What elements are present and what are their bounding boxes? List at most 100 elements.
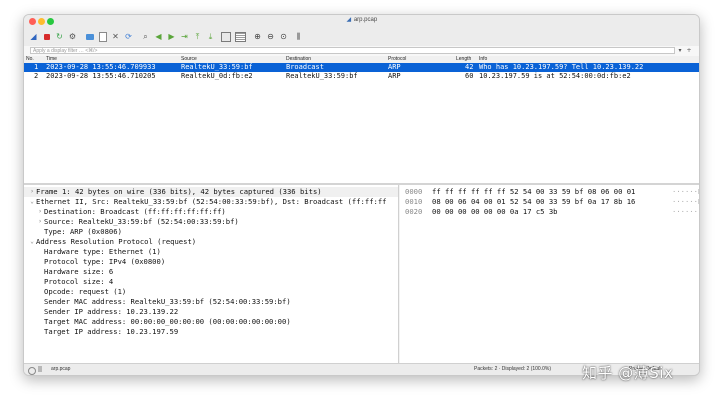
column-header-destination[interactable]: Destination bbox=[286, 56, 311, 63]
expert-info-icon[interactable] bbox=[28, 367, 36, 375]
zoom-out-icon[interactable]: ⊖ bbox=[265, 31, 276, 42]
detail-tree-text: Destination: Broadcast (ff:ff:ff:ff:ff:f… bbox=[44, 207, 226, 216]
save-icon[interactable] bbox=[97, 31, 108, 42]
hex-ascii: ········ ·; bbox=[672, 207, 699, 216]
go-forward-icon[interactable]: ▶ bbox=[166, 31, 177, 42]
column-header-protocol[interactable]: Protocol bbox=[388, 56, 406, 63]
add-filter-button[interactable]: + bbox=[685, 47, 693, 54]
find-icon[interactable]: ⌕ bbox=[140, 31, 151, 42]
detail-tree-row[interactable]: Hardware size: 6 bbox=[24, 267, 398, 277]
main-toolbar: ◢ ↻ ⚙ ✕ ⟳ ⌕ ◀ ▶ ⇥ ⤒ ⤓ ⊕ ⊖ ⊙ ⫼ bbox=[24, 28, 699, 47]
detail-tree-text: Address Resolution Protocol (request) bbox=[36, 237, 197, 246]
detail-tree-row[interactable]: › Frame 1: 42 bytes on wire (336 bits), 4… bbox=[24, 187, 398, 197]
detail-tree-row[interactable]: Sender IP address: 10.23.139.22 bbox=[24, 307, 398, 317]
detail-tree-row[interactable]: Target MAC address: 00:00:00_00:00:00 (0… bbox=[24, 317, 398, 327]
packet-details-pane: › Frame 1: 42 bytes on wire (336 bits), 4… bbox=[24, 185, 399, 363]
packet-row[interactable]: 1 2023-09-28 13:55:46.709933 RealtekU_33… bbox=[24, 63, 699, 72]
packet-source: RealtekU_33:59:bf bbox=[181, 63, 253, 71]
detail-tree-text: Hardware type: Ethernet (1) bbox=[44, 247, 161, 256]
shark-fin-icon: ◢ bbox=[346, 17, 352, 23]
last-packet-icon[interactable]: ⤓ bbox=[205, 31, 216, 42]
detail-tree-row[interactable]: Sender MAC address: RealtekU_33:59:bf (5… bbox=[24, 297, 398, 307]
packet-destination: Broadcast bbox=[286, 63, 324, 71]
detail-tree-text: Type: ARP (0x0806) bbox=[44, 227, 122, 236]
go-to-packet-icon[interactable]: ⇥ bbox=[179, 31, 190, 42]
column-header-no[interactable]: No. bbox=[26, 56, 34, 63]
detail-tree-row[interactable]: Type: ARP (0x0806) bbox=[24, 227, 398, 237]
detail-tree-text: Target MAC address: 00:00:00_00:00:00 (0… bbox=[44, 317, 291, 326]
detail-tree-row[interactable]: Opcode: request (1) bbox=[24, 287, 398, 297]
zoom-in-icon[interactable]: ⊕ bbox=[252, 31, 263, 42]
close-file-icon[interactable]: ✕ bbox=[110, 31, 121, 42]
hex-offset: 0020 bbox=[405, 207, 423, 216]
packet-no: 2 bbox=[34, 72, 39, 80]
column-header-length[interactable]: Length bbox=[456, 56, 471, 63]
detail-tree-row[interactable]: › Source: RealtekU_33:59:bf (52:54:00:33:… bbox=[24, 217, 398, 227]
packet-list: 1 2023-09-28 13:55:46.709933 RealtekU_33… bbox=[24, 63, 699, 183]
detail-tree-text: Opcode: request (1) bbox=[44, 287, 127, 296]
hex-ascii: ······RT ·3Y····· bbox=[672, 187, 699, 196]
autoscroll-icon[interactable] bbox=[220, 31, 231, 42]
stop-icon[interactable] bbox=[41, 31, 52, 42]
packet-time: 2023-09-28 13:55:46.709933 bbox=[46, 63, 156, 71]
packet-destination: RealtekU_33:59:bf bbox=[286, 72, 358, 80]
title-bar: ◢ arp.pcap bbox=[24, 15, 699, 28]
collapsed-chevron-icon[interactable]: › bbox=[36, 217, 44, 227]
column-header-info[interactable]: Info bbox=[479, 56, 487, 63]
options-icon[interactable]: ⚙ bbox=[67, 31, 78, 42]
hex-ascii: ······RT ·3Y····· bbox=[672, 197, 699, 206]
colorize-icon[interactable] bbox=[235, 31, 246, 42]
packet-no: 1 bbox=[34, 63, 39, 71]
shark-fin-icon[interactable]: ◢ bbox=[28, 31, 39, 42]
detail-tree-row[interactable]: › Destination: Broadcast (ff:ff:ff:ff:ff:… bbox=[24, 207, 398, 217]
window-title: ◢ arp.pcap bbox=[24, 16, 699, 23]
display-filter-input[interactable]: Apply a display filter … <⌘/> bbox=[30, 47, 675, 54]
hex-bytes: ff ff ff ff ff ff 52 54 00 33 59 bf 08 0… bbox=[432, 187, 636, 196]
detail-tree-row[interactable]: ⌄ Address Resolution Protocol (request) bbox=[24, 237, 398, 247]
detail-tree-text: Sender MAC address: RealtekU_33:59:bf (5… bbox=[44, 297, 291, 306]
resize-columns-icon[interactable]: ⫼ bbox=[293, 31, 304, 42]
detail-tree-text: Source: RealtekU_33:59:bf (52:54:00:33:5… bbox=[44, 217, 239, 226]
packet-bytes-pane: 0000 ff ff ff ff ff ff 52 54 00 33 59 bf … bbox=[400, 185, 699, 363]
packet-row[interactable]: 2 2023-09-28 13:55:46.710205 RealtekU_0d… bbox=[24, 72, 699, 81]
go-back-icon[interactable]: ◀ bbox=[153, 31, 164, 42]
packet-time: 2023-09-28 13:55:46.710205 bbox=[46, 72, 156, 80]
packet-protocol: ARP bbox=[388, 63, 401, 71]
packet-length: 42 bbox=[465, 63, 474, 71]
open-folder-icon[interactable] bbox=[84, 31, 95, 42]
packet-length: 60 bbox=[465, 72, 474, 80]
detail-tree-row[interactable]: ⌄ Ethernet II, Src: RealtekU_33:59:bf (52… bbox=[24, 197, 398, 207]
hex-bytes: 00 00 00 00 00 00 0a 17 c5 3b bbox=[432, 207, 558, 216]
detail-tree-text: Target IP address: 10.23.197.59 bbox=[44, 327, 179, 336]
expanded-chevron-icon[interactable]: ⌄ bbox=[28, 197, 36, 207]
restart-icon[interactable]: ↻ bbox=[54, 31, 65, 42]
detail-tree-row[interactable]: Target IP address: 10.23.197.59 bbox=[24, 327, 398, 337]
detail-tree-row[interactable]: Hardware type: Ethernet (1) bbox=[24, 247, 398, 257]
detail-tree-text: Sender IP address: 10.23.139.22 bbox=[44, 307, 179, 316]
hex-bytes: 08 00 06 04 00 01 52 54 00 33 59 bf 0a 1… bbox=[432, 197, 636, 206]
detail-tree-row[interactable]: Protocol size: 4 bbox=[24, 277, 398, 287]
column-header-time[interactable]: Time bbox=[46, 56, 57, 63]
capture-comment-icon[interactable] bbox=[38, 366, 42, 372]
watermark: 知乎 @薄Six bbox=[582, 364, 674, 382]
detail-tree-row[interactable]: Protocol type: IPv4 (0x0800) bbox=[24, 257, 398, 267]
hex-offset: 0000 bbox=[405, 187, 423, 196]
detail-tree-text: Ethernet II, Src: RealtekU_33:59:bf (52:… bbox=[36, 197, 387, 206]
detail-tree-text: Hardware size: 6 bbox=[44, 267, 114, 276]
expanded-chevron-icon[interactable]: ⌄ bbox=[28, 237, 36, 247]
reload-icon[interactable]: ⟳ bbox=[123, 31, 134, 42]
column-header-source[interactable]: Source bbox=[181, 56, 197, 63]
detail-tree-text: Frame 1: 42 bytes on wire (336 bits), 42… bbox=[36, 187, 322, 196]
collapsed-chevron-icon[interactable]: › bbox=[36, 207, 44, 217]
wireshark-window: ◢ arp.pcap ◢ ↻ ⚙ ✕ ⟳ ⌕ ◀ ▶ ⇥ ⤒ ⤓ ⊕ ⊖ ⊙ ⫼ … bbox=[23, 14, 700, 376]
detail-tree-text: Protocol size: 4 bbox=[44, 277, 114, 286]
status-file-name: arp.pcap bbox=[51, 366, 71, 372]
detail-tree-text: Protocol type: IPv4 (0x0800) bbox=[44, 257, 166, 266]
packet-info: 10.23.197.59 is at 52:54:00:0d:fb:e2 bbox=[479, 72, 631, 80]
normal-size-icon[interactable]: ⊙ bbox=[278, 31, 289, 42]
first-packet-icon[interactable]: ⤒ bbox=[192, 31, 203, 42]
collapsed-chevron-icon[interactable]: › bbox=[28, 187, 36, 197]
filter-dropdown-icon[interactable]: ▾ bbox=[676, 47, 684, 54]
packet-protocol: ARP bbox=[388, 72, 401, 80]
hex-offset: 0010 bbox=[405, 197, 423, 206]
